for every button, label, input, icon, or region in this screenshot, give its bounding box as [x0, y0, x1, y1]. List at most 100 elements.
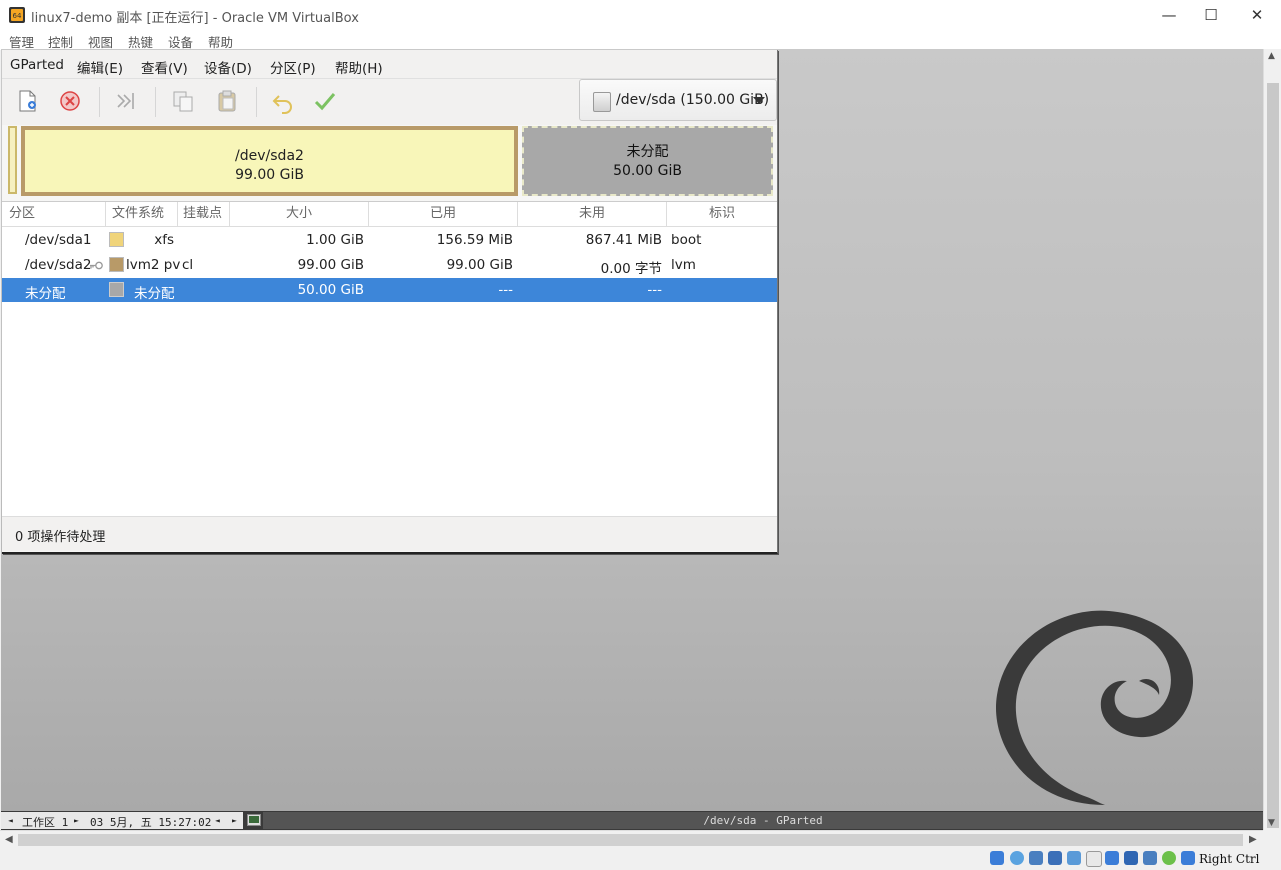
workspace-prev-button[interactable]: ◄	[8, 816, 13, 825]
workspace-label[interactable]: 工作区 1	[22, 814, 68, 830]
resize-move-icon[interactable]	[113, 88, 139, 114]
table-header: 分区 文件系统 挂载点 大小 已用 未用 标识	[2, 202, 777, 227]
toolbar-separator	[155, 87, 156, 117]
taskbar-task-gparted[interactable]: /dev/sda - GParted	[263, 812, 1263, 829]
device-selector[interactable]: /dev/sda (150.00 GiB)	[579, 79, 777, 121]
menu-help[interactable]: 帮助(H)	[335, 57, 383, 77]
disk-map-sda1-segment[interactable]	[8, 126, 17, 194]
arrow-down-icon[interactable]	[1181, 851, 1195, 865]
undo-icon[interactable]	[270, 88, 296, 114]
column-unused[interactable]: 未用	[518, 202, 667, 226]
menu-view[interactable]: 查看(V)	[141, 57, 188, 77]
menu-device[interactable]: 设备(D)	[204, 57, 252, 77]
row-flags: boot	[671, 232, 702, 248]
display-icon[interactable]	[1105, 851, 1119, 865]
usb-icon[interactable]	[1067, 851, 1081, 865]
filesystem-color-swatch	[109, 232, 124, 247]
row-size: 1.00 GiB	[306, 232, 364, 248]
hard-disk-icon[interactable]	[990, 851, 1004, 865]
table-row[interactable]: /dev/sda2 lvm2 pv cl 99.00 GiB 99.00 GiB…	[2, 253, 777, 277]
row-unused: 867.41 MiB	[585, 232, 662, 248]
paste-icon[interactable]	[214, 88, 240, 114]
vbox-status-bar: Right Ctrl	[0, 848, 1281, 870]
row-unused: ---	[647, 282, 662, 298]
row-filesystem: lvm2 pv	[126, 257, 181, 273]
key-icon	[90, 261, 103, 270]
column-size[interactable]: 大小	[230, 202, 369, 226]
vertical-scroll-thumb[interactable]	[1267, 83, 1279, 828]
scroll-left-icon[interactable]: ◀	[5, 834, 13, 845]
audio-icon[interactable]	[1029, 851, 1043, 865]
video-capture-icon[interactable]	[1124, 851, 1138, 865]
gparted-menu-bar: GParted 编辑(E) 查看(V) 设备(D) 分区(P) 帮助(H)	[2, 50, 777, 79]
disk-map-sda2-size: 99.00 GiB	[235, 167, 304, 183]
row-used: ---	[498, 282, 513, 298]
guest-taskbar: ◄ 工作区 1 ► 03 5月, 五 15:27:02 ◄ ► /dev/sda…	[1, 811, 1263, 830]
disk-map: /dev/sda2 99.00 GiB 未分配 50.00 GiB	[6, 126, 775, 196]
optical-drive-icon[interactable]	[1010, 851, 1024, 865]
close-button[interactable]: ✕	[1234, 0, 1280, 30]
scroll-up-icon[interactable]: ▲	[1268, 51, 1275, 61]
disk-map-sda2-segment[interactable]: /dev/sda2 99.00 GiB	[21, 126, 518, 196]
column-mountpoint[interactable]: 挂载点	[178, 202, 230, 226]
row-flags: lvm	[671, 257, 696, 273]
column-partition[interactable]: 分区	[2, 202, 106, 226]
column-flags[interactable]: 标识	[667, 202, 777, 226]
scroll-right-icon[interactable]: ▶	[1249, 834, 1257, 845]
row-mountpoint: cl	[182, 257, 194, 273]
task-next-button[interactable]: ►	[232, 816, 237, 825]
window-title: linux7-demo 副本 [正在运行] - Oracle VM Virtua…	[31, 11, 359, 26]
disk-map-unallocated-segment[interactable]: 未分配 50.00 GiB	[522, 126, 773, 196]
virtualbox-logo-icon: 64	[9, 7, 25, 23]
svg-text:64: 64	[13, 12, 22, 20]
row-partition: /dev/sda1	[25, 232, 92, 248]
pending-operations-status: 0 项操作待处理	[15, 530, 106, 545]
filesystem-color-swatch	[109, 257, 124, 272]
toolbar-separator	[99, 87, 100, 117]
delete-partition-icon[interactable]	[57, 88, 83, 114]
table-row-selected[interactable]: 未分配 未分配 50.00 GiB --- ---	[2, 278, 777, 302]
minimize-button[interactable]: —	[1146, 0, 1192, 30]
horizontal-scrollbar[interactable]: ◀ ▶	[0, 830, 1263, 849]
vbox-title-bar: 64 linux7-demo 副本 [正在运行] - Oracle VM Vir…	[0, 0, 1281, 30]
table-row[interactable]: /dev/sda1 xfs 1.00 GiB 156.59 MiB 867.41…	[2, 228, 777, 252]
row-used: 99.00 GiB	[446, 257, 513, 273]
menu-edit[interactable]: 编辑(E)	[77, 57, 123, 77]
partition-table: 分区 文件系统 挂载点 大小 已用 未用 标识 /dev/sda1 xfs 1.…	[2, 201, 777, 516]
apply-icon[interactable]	[312, 88, 338, 114]
maximize-button[interactable]: ☐	[1188, 0, 1234, 30]
device-label: /dev/sda (150.00 GiB)	[616, 92, 770, 108]
taskbar-task-label: /dev/sda - GParted	[703, 814, 823, 827]
host-key-label: Right Ctrl	[1199, 852, 1260, 866]
scroll-down-icon[interactable]: ▼	[1268, 818, 1275, 828]
column-filesystem[interactable]: 文件系统	[106, 202, 178, 226]
workspace-next-button[interactable]: ►	[74, 816, 79, 825]
row-partition: 未分配	[25, 286, 66, 302]
hard-disk-icon	[593, 92, 611, 112]
task-prev-button[interactable]: ◄	[215, 816, 220, 825]
menu-partition[interactable]: 分区(P)	[270, 57, 316, 77]
clock: 03 5月, 五 15:27:02	[90, 816, 212, 829]
debian-swirl-logo	[995, 610, 1194, 805]
disk-map-unallocated-name: 未分配	[626, 144, 669, 160]
copy-icon[interactable]	[170, 88, 196, 114]
terminal-icon[interactable]	[247, 814, 261, 826]
vertical-scrollbar[interactable]: ▲ ▼	[1263, 49, 1281, 830]
disk-map-sda2-label: /dev/sda2 99.00 GiB	[25, 130, 514, 192]
shared-folders-icon[interactable]	[1086, 851, 1102, 867]
column-used[interactable]: 已用	[369, 202, 518, 226]
gparted-toolbar: /dev/sda (150.00 GiB)	[2, 79, 777, 125]
chevron-down-icon	[753, 97, 765, 104]
toolbar-separator	[256, 87, 257, 117]
row-unused: 0.00 字节	[600, 261, 662, 277]
row-size: 99.00 GiB	[297, 257, 364, 273]
menu-gparted[interactable]: GParted	[10, 57, 64, 73]
new-partition-icon[interactable]	[14, 88, 40, 114]
taskbar-workspace-area: ◄ 工作区 1 ► 03 5月, 五 15:27:02 ◄ ►	[1, 812, 243, 829]
row-filesystem: xfs	[154, 232, 174, 248]
network-icon[interactable]	[1048, 851, 1062, 865]
cpu-icon[interactable]	[1143, 851, 1157, 865]
horizontal-scroll-thumb[interactable]	[18, 834, 1243, 846]
mouse-integration-icon[interactable]	[1162, 851, 1176, 865]
filesystem-color-swatch	[109, 282, 124, 297]
